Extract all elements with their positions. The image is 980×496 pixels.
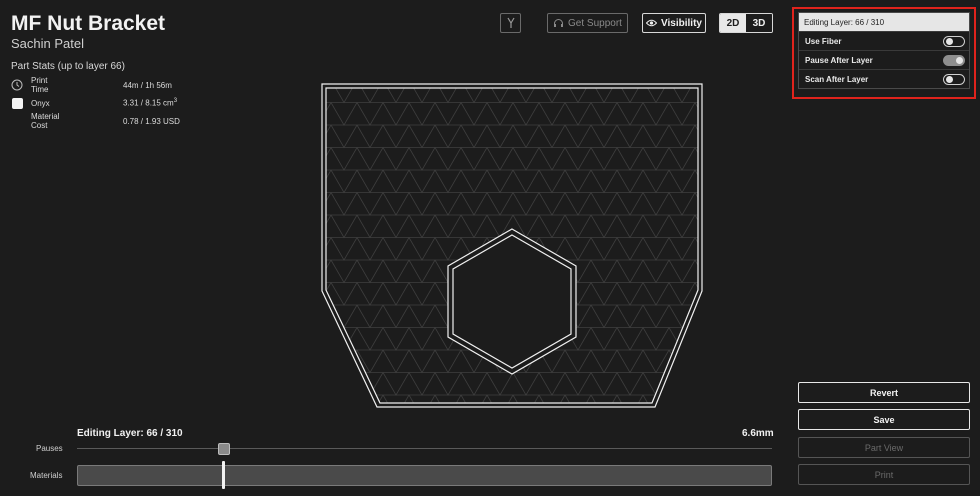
stat-value: 3.31 / 8.15 cm3: [123, 98, 178, 108]
stat-label: Onyx: [31, 98, 50, 108]
toggle-label: Use Fiber: [805, 36, 842, 46]
get-support-label: Get Support: [568, 17, 622, 29]
materials-label: Materials: [30, 471, 63, 480]
material-swatch: [11, 97, 23, 109]
editing-layer-label: Editing Layer: 66 / 310: [77, 428, 183, 439]
eye-icon: [646, 19, 658, 27]
stat-label: Print Time: [31, 76, 49, 94]
scan-after-layer-toggle[interactable]: [943, 73, 965, 85]
pauses-track[interactable]: [77, 448, 772, 449]
fork-icon: [506, 17, 515, 28]
part-view-button[interactable]: Part View: [798, 437, 970, 458]
use-fiber-toggle[interactable]: [943, 35, 965, 47]
part-stats-heading: Part Stats (up to layer 66): [11, 61, 125, 72]
toggle-label: Pause After Layer: [805, 55, 873, 65]
toggle-row-pause-after-layer: Pause After Layer: [799, 50, 969, 69]
get-support-button[interactable]: Get Support: [547, 13, 628, 33]
pause-marker[interactable]: [218, 443, 230, 455]
stat-row-print-time: Print Time 44m / 1h 56m: [11, 76, 172, 94]
visibility-label: Visibility: [661, 17, 702, 29]
view-3d-button[interactable]: 3D: [746, 14, 772, 32]
layer-viewer[interactable]: [318, 80, 710, 415]
layer-panel-header: Editing Layer: 66 / 310: [799, 13, 969, 31]
print-button[interactable]: Print: [798, 464, 970, 485]
unit-superscript: 3: [173, 98, 178, 105]
materials-bar[interactable]: [77, 465, 772, 486]
save-button[interactable]: Save: [798, 409, 970, 430]
part-owner: Sachin Patel: [11, 36, 84, 51]
revert-button[interactable]: Revert: [798, 382, 970, 403]
pause-after-layer-toggle[interactable]: [943, 54, 965, 66]
toggle-row-scan-after-layer: Scan After Layer: [799, 69, 969, 88]
layer-settings-panel: Editing Layer: 66 / 310 Use Fiber Pause …: [798, 12, 970, 89]
stat-row-material-cost: Material Cost 0.78 / 1.93 USD: [11, 112, 180, 130]
headset-icon: [554, 18, 564, 27]
toggle-label: Scan After Layer: [805, 74, 869, 84]
view-toggle: 2D 3D: [719, 13, 773, 33]
part-title: MF Nut Bracket: [11, 12, 166, 35]
stat-label: Material Cost: [31, 112, 60, 130]
clock-icon: [11, 79, 23, 91]
stat-value: 0.78 / 1.93 USD: [123, 116, 180, 126]
stat-value: 44m / 1h 56m: [123, 80, 172, 90]
pauses-label: Pauses: [36, 444, 63, 453]
branch-button[interactable]: [500, 13, 521, 33]
layer-slider-handle[interactable]: [222, 461, 225, 489]
toggle-row-use-fiber: Use Fiber: [799, 31, 969, 50]
layer-height-label: 6.6mm: [742, 428, 774, 439]
stat-row-material: Onyx 3.31 / 8.15 cm3: [11, 96, 177, 110]
view-2d-button[interactable]: 2D: [720, 14, 746, 32]
visibility-button[interactable]: Visibility: [642, 13, 706, 33]
